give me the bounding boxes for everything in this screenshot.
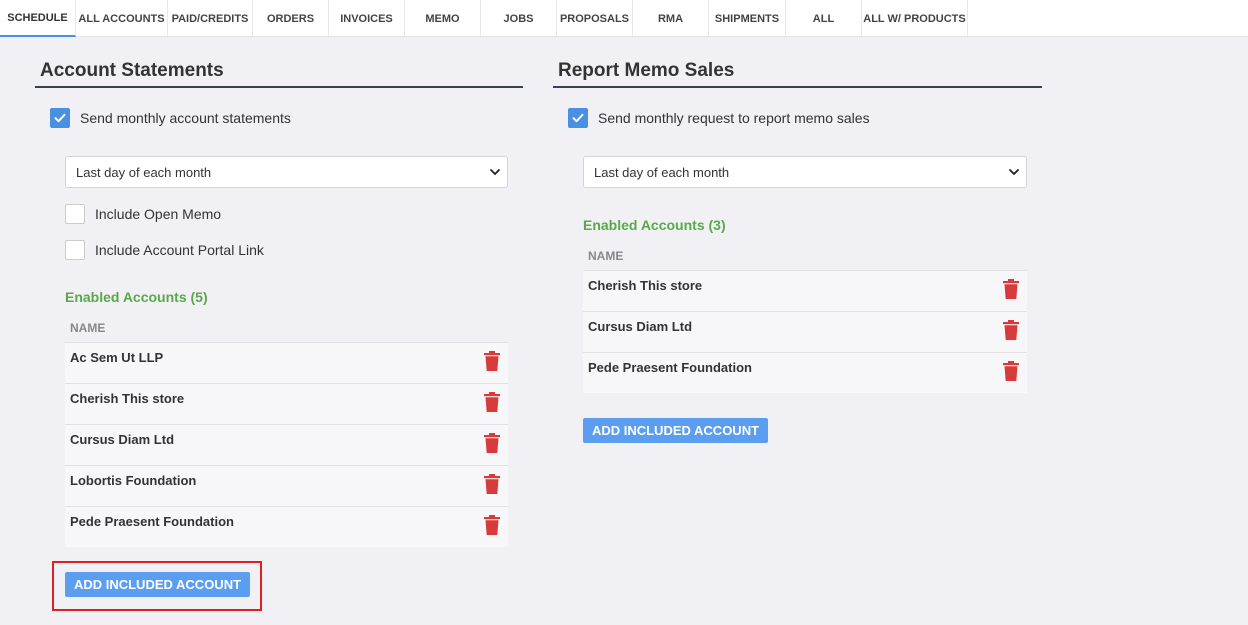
checkmark-icon [54, 113, 66, 123]
table-row: Pede Praesent Foundation [583, 352, 1027, 393]
table-row: Pede Praesent Foundation [65, 506, 508, 547]
trash-icon[interactable] [1003, 279, 1019, 299]
account-name: Ac Sem Ut LLP [70, 350, 164, 365]
statements-enabled-accounts-title: Enabled Accounts (5) [65, 289, 208, 305]
send-memo-report-checkbox[interactable] [568, 108, 588, 128]
tab-schedule[interactable]: SCHEDULE [0, 0, 76, 37]
include-open-memo-checkbox[interactable] [65, 204, 85, 224]
checkmark-icon [572, 113, 584, 123]
tab-all[interactable]: ALL [786, 0, 862, 37]
account-name: Cherish This store [70, 391, 185, 406]
account-name: Cherish This store [588, 278, 703, 293]
memo-name-column-header: NAME [588, 249, 624, 263]
table-row: Cherish This store [583, 270, 1027, 311]
send-memo-report-label: Send monthly request to report memo sale… [598, 110, 870, 126]
tab-rma[interactable]: RMA [633, 0, 709, 37]
statements-accounts-table: Ac Sem Ut LLP Cherish This store Cursus … [65, 342, 508, 547]
include-open-memo-row[interactable]: Include Open Memo [65, 204, 221, 224]
trash-icon[interactable] [484, 515, 500, 535]
table-row: Cherish This store [65, 383, 508, 424]
statement-schedule-select[interactable]: Last day of each month [65, 156, 508, 188]
memo-enabled-accounts-title: Enabled Accounts (3) [583, 217, 726, 233]
memo-schedule-value: Last day of each month [594, 164, 730, 180]
tab-shipments[interactable]: SHIPMENTS [709, 0, 786, 37]
trash-icon[interactable] [1003, 361, 1019, 381]
trash-icon[interactable] [484, 392, 500, 412]
tab-memo[interactable]: MEMO [405, 0, 481, 37]
account-name: Cursus Diam Ltd [588, 319, 693, 334]
include-portal-link-row[interactable]: Include Account Portal Link [65, 240, 264, 260]
chevron-down-icon [490, 169, 500, 176]
table-row: Cursus Diam Ltd [583, 311, 1027, 352]
include-open-memo-label: Include Open Memo [95, 206, 222, 222]
tab-all-accounts[interactable]: ALL ACCOUNTS [76, 0, 168, 37]
send-statements-label: Send monthly account statements [80, 110, 291, 126]
account-name: Pede Praesent Foundation [70, 514, 234, 529]
trash-icon[interactable] [484, 433, 500, 453]
account-name: Pede Praesent Foundation [588, 360, 752, 375]
trash-icon[interactable] [1003, 320, 1019, 340]
tab-orders[interactable]: ORDERS [253, 0, 329, 37]
send-statements-checkbox[interactable] [50, 108, 70, 128]
send-statements-row[interactable]: Send monthly account statements [50, 108, 291, 128]
include-portal-link-checkbox[interactable] [65, 240, 85, 260]
tab-proposals[interactable]: PROPOSALS [557, 0, 633, 37]
tab-all-with-products[interactable]: ALL W/ PRODUCTS [862, 0, 968, 37]
chevron-down-icon [1009, 169, 1019, 176]
table-row: Lobortis Foundation [65, 465, 508, 506]
memo-add-included-account-button[interactable]: ADD INCLUDED ACCOUNT [583, 418, 768, 443]
tab-bar: SCHEDULE ALL ACCOUNTS PAID/CREDITS ORDER… [0, 0, 1248, 37]
statements-name-column-header: NAME [70, 321, 106, 335]
tab-invoices[interactable]: INVOICES [329, 0, 405, 37]
trash-icon[interactable] [484, 351, 500, 371]
memo-schedule-select[interactable]: Last day of each month [583, 156, 1027, 188]
send-memo-report-row[interactable]: Send monthly request to report memo sale… [568, 108, 870, 128]
account-statements-section: Account Statements [35, 58, 523, 88]
account-statements-title: Account Statements [35, 58, 523, 88]
report-memo-sales-section: Report Memo Sales [553, 58, 1042, 88]
statement-schedule-value: Last day of each month [76, 164, 212, 180]
statements-add-included-account-button[interactable]: ADD INCLUDED ACCOUNT [65, 572, 250, 597]
account-name: Cursus Diam Ltd [70, 432, 175, 447]
memo-accounts-table: Cherish This store Cursus Diam Ltd Pede … [583, 270, 1027, 393]
account-name: Lobortis Foundation [70, 473, 197, 488]
report-memo-sales-title: Report Memo Sales [553, 58, 1042, 88]
trash-icon[interactable] [484, 474, 500, 494]
table-row: Cursus Diam Ltd [65, 424, 508, 465]
include-portal-link-label: Include Account Portal Link [95, 242, 264, 258]
tab-jobs[interactable]: JOBS [481, 0, 557, 37]
tab-paid-credits[interactable]: PAID/CREDITS [168, 0, 253, 37]
table-row: Ac Sem Ut LLP [65, 342, 508, 383]
